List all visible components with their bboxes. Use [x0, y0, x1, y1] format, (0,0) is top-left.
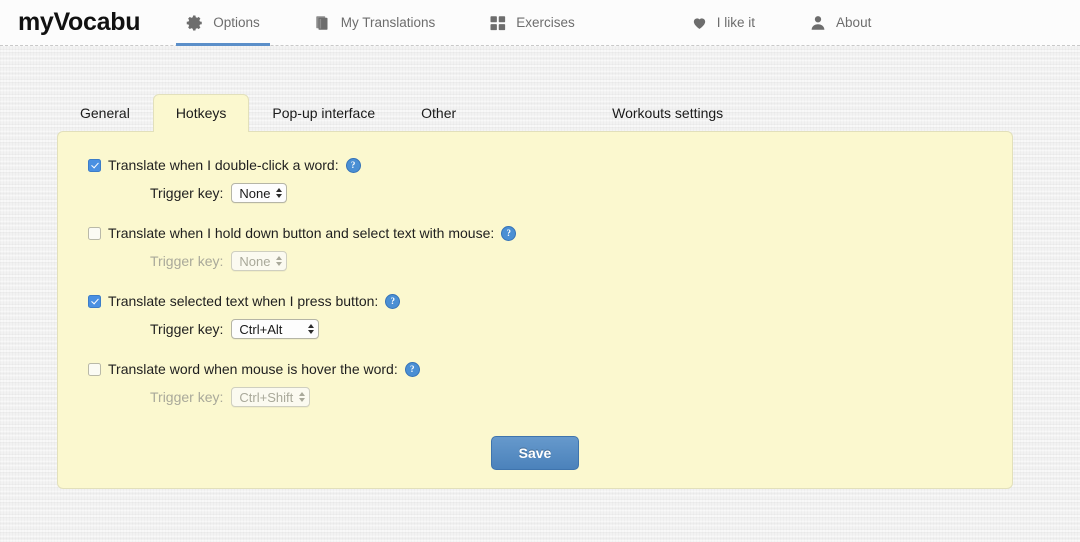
top-navbar: myVocabu Options My Translations Exercis… — [0, 0, 1080, 46]
stepper-arrows-icon — [299, 392, 306, 402]
nav-label-exercises: Exercises — [516, 15, 575, 30]
trigger-line-double-click: Trigger key: None — [88, 180, 1012, 206]
checkbox-hold-select[interactable] — [88, 226, 101, 240]
trigger-key-label: Trigger key: — [150, 185, 224, 201]
help-icon[interactable]: ? — [404, 361, 420, 377]
tab-popup-interface[interactable]: Pop-up interface — [249, 94, 398, 132]
tab-hotkeys[interactable]: Hotkeys — [152, 94, 250, 132]
nav-label-my-translations: My Translations — [340, 15, 436, 30]
nav-item-about[interactable]: About — [795, 0, 885, 46]
trigger-key-value: Ctrl+Shift — [239, 389, 294, 405]
grid-icon — [489, 14, 507, 32]
option-label-hover: Translate word when mouse is hover the w… — [108, 361, 398, 377]
page-body: General Hotkeys Pop-up interface Other W… — [0, 46, 1080, 490]
row-gap-1 — [58, 206, 1012, 222]
option-label-press-button: Translate selected text when I press but… — [108, 293, 379, 309]
option-label-hold-select: Translate when I hold down button and se… — [108, 225, 495, 241]
trigger-line-hover: Trigger key: Ctrl+Shift — [88, 384, 1012, 410]
tab-other[interactable]: Other — [398, 94, 479, 132]
nav-item-my-translations[interactable]: My Translations — [300, 0, 450, 46]
checkbox-double-click[interactable] — [88, 158, 101, 172]
heart-icon — [691, 14, 708, 31]
trigger-key-select-hold-select[interactable]: None — [231, 251, 288, 271]
nav-item-options[interactable]: Options — [172, 0, 274, 46]
checkbox-press-button[interactable] — [88, 294, 101, 308]
trigger-key-label: Trigger key: — [150, 321, 224, 337]
nav-items: Options My Translations Exercises I like… — [172, 0, 885, 46]
option-label-double-click: Translate when I double-click a word: — [108, 157, 339, 173]
option-header: Translate when I hold down button and se… — [88, 222, 1012, 244]
trigger-key-value: Ctrl+Alt — [239, 321, 283, 337]
tab-general[interactable]: General — [57, 94, 153, 132]
settings-tabs: General Hotkeys Pop-up interface Other W… — [57, 90, 1080, 132]
option-row-hold-select: Translate when I hold down button and se… — [88, 222, 1012, 274]
option-row-hover: Translate word when mouse is hover the w… — [88, 358, 1012, 410]
option-header: Translate when I double-click a word: ? — [88, 154, 1012, 176]
stepper-arrows-icon — [308, 324, 315, 334]
stepper-arrows-icon — [276, 188, 283, 198]
option-row-double-click: Translate when I double-click a word: ? … — [88, 154, 1012, 206]
trigger-key-value: None — [239, 185, 271, 201]
option-header: Translate word when mouse is hover the w… — [88, 358, 1012, 380]
option-row-press-button: Translate selected text when I press but… — [88, 290, 1012, 342]
save-button-wrap: Save — [58, 436, 1012, 470]
checkbox-hover[interactable] — [88, 362, 101, 376]
nav-label-i-like-it: I like it — [716, 15, 756, 30]
user-icon — [809, 14, 827, 32]
save-button[interactable]: Save — [491, 436, 579, 470]
trigger-key-select-double-click[interactable]: None — [231, 183, 288, 203]
nav-label-about: About — [836, 15, 872, 30]
row-gap-3 — [58, 342, 1012, 358]
trigger-key-label: Trigger key: — [150, 253, 224, 269]
nav-item-exercises[interactable]: Exercises — [475, 0, 589, 46]
trigger-key-label: Trigger key: — [150, 389, 224, 405]
trigger-line-hold-select: Trigger key: None — [88, 248, 1012, 274]
row-gap-2 — [58, 274, 1012, 290]
trigger-key-value: None — [239, 253, 271, 269]
help-icon[interactable]: ? — [501, 225, 517, 241]
stepper-arrows-icon — [276, 256, 283, 266]
help-icon[interactable]: ? — [345, 157, 361, 173]
brand-logo: myVocabu — [18, 8, 141, 36]
books-icon — [314, 14, 332, 32]
hotkeys-panel: Translate when I double-click a word: ? … — [57, 131, 1013, 489]
trigger-line-press-button: Trigger key: Ctrl+Alt — [88, 316, 1012, 342]
option-header: Translate selected text when I press but… — [88, 290, 1012, 312]
trigger-key-select-hover[interactable]: Ctrl+Shift — [231, 387, 311, 407]
trigger-key-select-press-button[interactable]: Ctrl+Alt — [231, 319, 320, 339]
tab-workouts-settings[interactable]: Workouts settings — [589, 94, 746, 132]
gear-icon — [186, 14, 204, 32]
help-icon[interactable]: ? — [385, 293, 401, 309]
nav-item-i-like-it[interactable]: I like it — [677, 0, 769, 46]
nav-label-options: Options — [213, 15, 260, 30]
